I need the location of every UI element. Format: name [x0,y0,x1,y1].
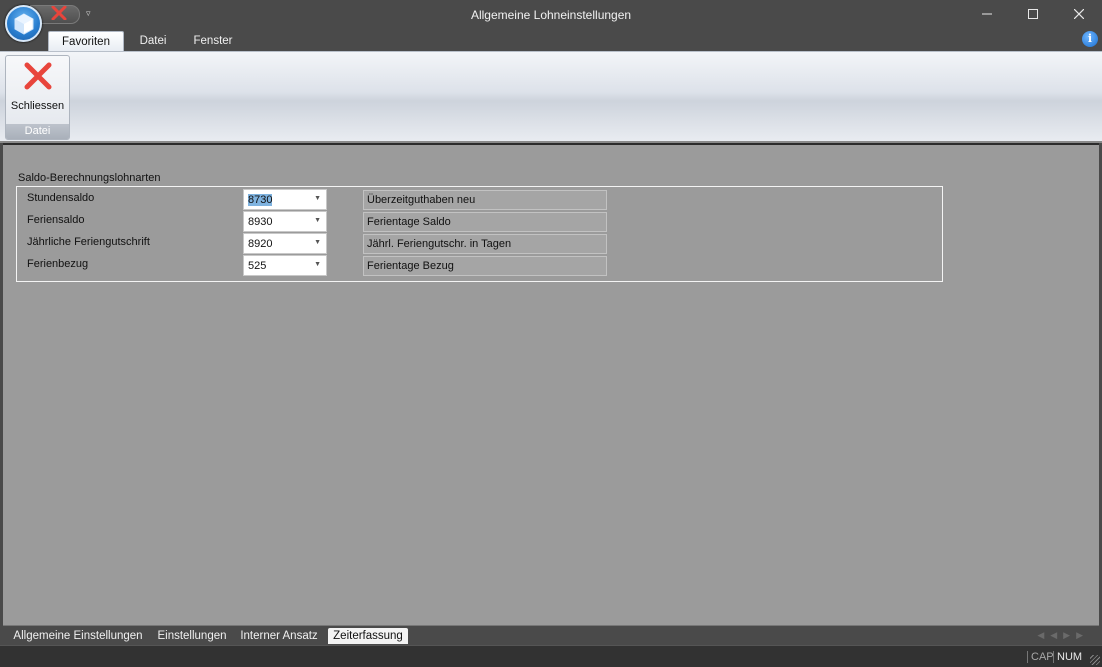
content-area: Saldo-Berechnungslohnarten Stundensaldo … [3,145,1099,625]
chevron-down-icon[interactable]: ▼ [314,261,321,268]
group-label: Datei [6,124,69,139]
chevron-down-icon[interactable]: ▼ [314,195,321,202]
feriengutschrift-value: 8920 [248,238,273,250]
cube-icon [14,13,34,35]
feriensaldo-combo[interactable]: 8930 ▼ [243,211,327,232]
caps-lock-indicator: CAP [1031,651,1054,663]
tab-einstellungen[interactable]: Einstellungen [153,628,231,644]
close-icon [1074,9,1084,19]
label-stundensaldo: Stundensaldo [27,192,95,204]
status-separator [1027,651,1028,663]
ferienbezug-value: 525 [248,260,267,272]
schliessen-button[interactable]: Schliessen [7,57,68,123]
close-x-icon [24,62,52,90]
info-icon[interactable]: i [1082,31,1098,47]
ribbon-tab-strip: Favoriten Datei Fenster [0,29,1102,51]
tab-allgemeine-einstellungen[interactable]: Allgemeine Einstellungen [7,628,149,644]
section-title: Saldo-Berechnungslohnarten [18,172,161,184]
num-lock-indicator: NUM [1057,651,1083,663]
application-menu-button[interactable] [5,5,42,42]
label-feriensaldo: Feriensaldo [27,214,85,226]
ferienbezug-combo[interactable]: 525 ▼ [243,255,327,276]
ferienbezug-description: Ferientage Bezug [363,256,607,276]
minimize-button[interactable] [964,0,1010,29]
schliessen-label: Schliessen [10,100,65,112]
stundensaldo-description: Überzeitguthaben neu [363,190,607,210]
feriensaldo-description: Ferientage Saldo [363,212,607,232]
tab-datei[interactable]: Datei [128,31,178,51]
tab-zeiterfassung[interactable]: Zeiterfassung [328,628,408,644]
window-title: Allgemeine Lohneinstellungen [470,8,632,22]
label-ferienbezug: Ferienbezug [27,258,89,270]
resize-grip-icon[interactable] [1090,655,1100,665]
status-bar: CAP NUM [0,645,1102,667]
minimize-icon [982,13,992,15]
document-tab-strip: Allgemeine Einstellungen Einstellungen I… [3,625,1099,645]
maximize-button[interactable] [1010,0,1056,29]
status-separator [1053,651,1054,663]
chevron-down-icon[interactable]: ▼ [314,217,321,224]
title-bar: ▿ Allgemeine Lohneinstellungen [0,0,1102,29]
feriengutschrift-combo[interactable]: 8920 ▼ [243,233,327,254]
tab-interner-ansatz[interactable]: Interner Ansatz [236,628,322,644]
stundensaldo-value: 8730 [248,194,273,206]
saldo-group-box: Stundensaldo 8730 ▼ Überzeitguthaben neu… [16,186,943,282]
close-window-button[interactable] [1056,0,1102,29]
ribbon-group-datei: Schliessen Datei [5,55,70,140]
tab-fenster[interactable]: Fenster [184,31,242,51]
tab-favoriten[interactable]: Favoriten [48,31,124,51]
stundensaldo-combo[interactable]: 8730 ▼ [243,189,327,210]
label-jaehrliche-feriengutschrift: Jährliche Feriengutschrift [27,236,150,248]
feriengutschrift-description: Jährl. Feriengutschr. in Tagen [363,234,607,254]
maximize-icon [1028,9,1038,19]
ribbon-panel: Schliessen Datei [0,51,1102,143]
tab-navigation-arrows[interactable]: ◀◀▶▶ [1037,630,1089,641]
chevron-down-icon[interactable]: ▼ [314,239,321,246]
feriensaldo-value: 8930 [248,216,273,228]
